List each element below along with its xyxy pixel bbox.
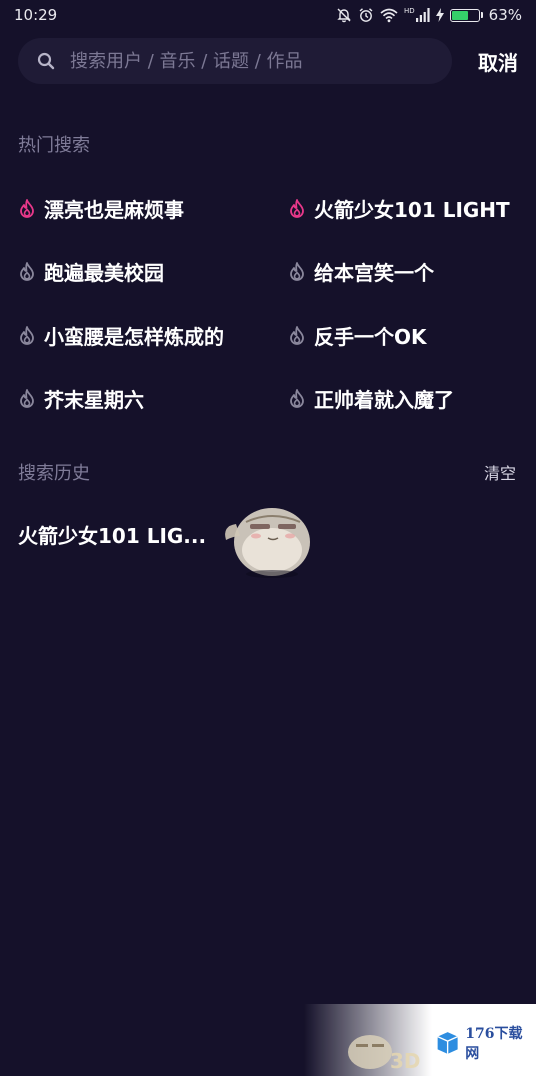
battery-percent: 63%	[488, 6, 522, 24]
hot-search-label: 小蛮腰是怎样炼成的	[44, 324, 224, 349]
mascot-sticker	[216, 496, 320, 580]
flame-icon	[18, 325, 36, 345]
hot-search-label: 漂亮也是麻烦事	[44, 197, 184, 222]
hot-search-item[interactable]: 芥末星期六	[18, 378, 144, 418]
flame-icon	[18, 198, 36, 218]
hot-search-item[interactable]: 反手一个OK	[288, 315, 427, 355]
wifi-icon	[380, 7, 398, 23]
status-icons: HD 63%	[336, 6, 522, 24]
network-type-label: HD	[404, 7, 415, 15]
search-history-heading: 搜索历史	[18, 463, 90, 484]
hot-search-label: 正帅着就入魔了	[314, 387, 454, 412]
hot-search-label: 火箭少女101 LIGHT	[314, 197, 510, 222]
hot-search-label: 芥末星期六	[44, 387, 144, 412]
flame-icon	[18, 261, 36, 281]
hot-search-label: 反手一个OK	[314, 324, 427, 349]
hot-search-label: 给本宫笑一个	[314, 260, 434, 285]
hot-search-label: 跑遍最美校园	[44, 260, 164, 285]
hot-search-item[interactable]: 小蛮腰是怎样炼成的	[18, 315, 224, 355]
search-header: 取消	[18, 38, 518, 84]
battery-fill	[451, 10, 469, 20]
watermark-text: 176下载网	[465, 1026, 523, 1062]
flame-icon	[288, 388, 306, 408]
hot-search-item[interactable]: 正帅着就入魔了	[288, 378, 454, 418]
hot-search-item[interactable]: 漂亮也是麻烦事	[18, 188, 184, 228]
watermark-badge: 176下载网	[434, 1026, 530, 1062]
status-time: 10:29	[14, 6, 58, 24]
alarm-icon	[358, 7, 374, 23]
battery-icon	[449, 8, 483, 22]
hot-search-item[interactable]: 火箭少女101 LIGHT	[288, 188, 510, 228]
status-bar: 10:29 HD 63%	[0, 0, 536, 30]
signal-icon: HD	[404, 8, 430, 22]
watermark-logo-icon	[437, 1032, 458, 1054]
clear-history-button[interactable]: 清空	[484, 460, 516, 484]
hot-search-item[interactable]: 跑遍最美校园	[18, 251, 164, 291]
watermark-mascot-icon: 3D	[348, 1035, 421, 1072]
history-item[interactable]: 火箭少女101 LIG...	[18, 520, 206, 549]
svg-text:3D: 3D	[390, 1049, 421, 1072]
mute-bell-icon	[336, 7, 352, 23]
cancel-button[interactable]: 取消	[478, 47, 518, 76]
search-icon	[36, 51, 56, 71]
flame-icon	[288, 198, 306, 218]
watermark: 3D 176下载网	[304, 1004, 536, 1076]
hot-search-item[interactable]: 给本宫笑一个	[288, 251, 434, 291]
search-box[interactable]	[18, 38, 452, 84]
flame-icon	[288, 261, 306, 281]
charging-icon	[435, 8, 444, 22]
flame-icon	[288, 325, 306, 345]
hot-search-heading: 热门搜索	[18, 135, 90, 156]
search-input[interactable]	[70, 50, 410, 72]
flame-icon	[18, 388, 36, 408]
